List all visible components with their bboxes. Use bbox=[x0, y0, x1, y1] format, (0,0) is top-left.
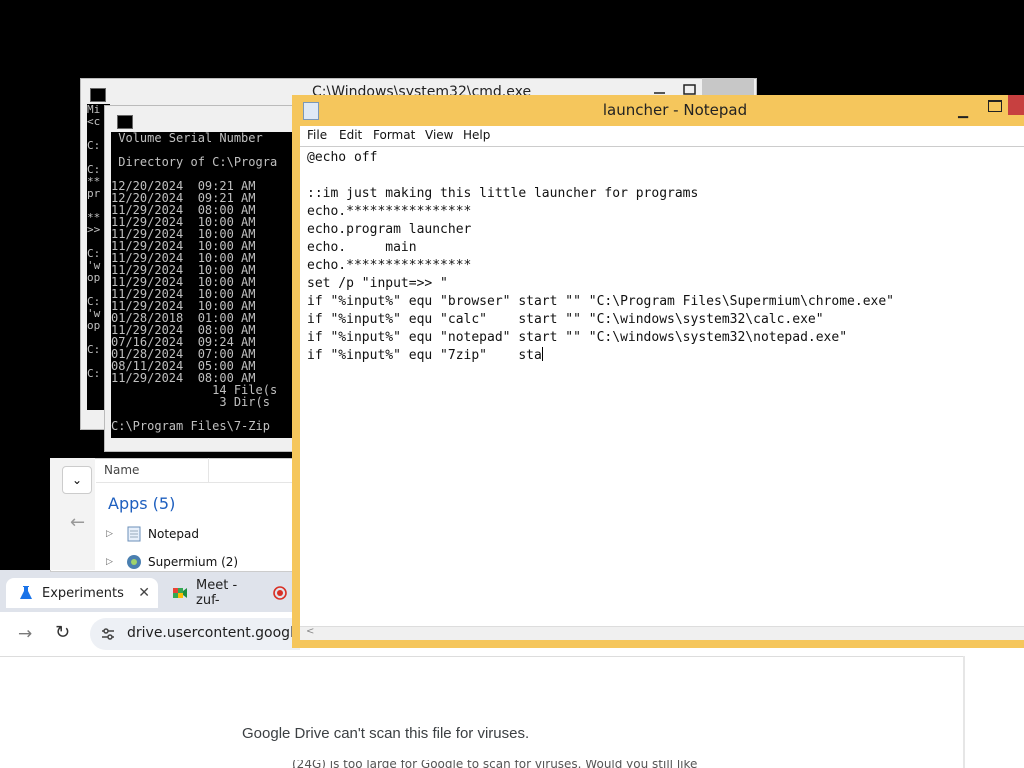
browser-tabstrip: Experiments ✕ Meet - zuf- bbox=[0, 570, 300, 612]
notepad-frame-bottom bbox=[292, 640, 1024, 648]
virus-scan-detail: (24G) is too large for Google to scan fo… bbox=[292, 760, 698, 768]
tab-meet[interactable]: Meet - zuf- bbox=[166, 578, 296, 608]
menu-help[interactable]: Help bbox=[463, 128, 490, 142]
meet-icon bbox=[172, 585, 188, 601]
page-divider bbox=[0, 656, 965, 657]
scroll-left-icon[interactable]: < bbox=[306, 626, 314, 637]
supermium-icon bbox=[126, 554, 142, 570]
url-text[interactable]: drive.usercontent.google.com bbox=[127, 625, 297, 641]
tab-label: Meet - zuf- bbox=[196, 578, 238, 608]
editor-content[interactable]: @echo off ::im just making this little l… bbox=[307, 149, 894, 365]
tab-experiments[interactable]: Experiments ✕ bbox=[6, 578, 158, 608]
cmd-icon bbox=[90, 88, 106, 102]
back-arrow-icon[interactable]: ← bbox=[70, 512, 85, 533]
close-button[interactable] bbox=[1008, 95, 1024, 115]
forward-arrow-icon[interactable]: → bbox=[18, 624, 32, 644]
chevron-down-icon[interactable]: ⌄ bbox=[62, 466, 92, 494]
close-icon[interactable]: ✕ bbox=[138, 585, 150, 601]
page-divider-vertical bbox=[963, 656, 965, 768]
item-label: Supermium (2) bbox=[148, 555, 239, 569]
list-item-notepad[interactable]: ▷ Notepad bbox=[106, 526, 199, 542]
site-info-icon[interactable] bbox=[100, 626, 116, 642]
cmd-output-front: Volume Serial Number Directory of C:\Pro… bbox=[111, 132, 294, 438]
list-item-supermium[interactable]: ▷ Supermium (2) bbox=[106, 554, 238, 570]
virus-scan-warning: Google Drive can't scan this file for vi… bbox=[242, 725, 530, 742]
menu-file[interactable]: File bbox=[307, 128, 327, 142]
expand-icon[interactable]: ▷ bbox=[106, 529, 126, 539]
cmd-icon bbox=[117, 115, 133, 129]
column-separator[interactable] bbox=[208, 458, 209, 482]
menu-view[interactable]: View bbox=[425, 128, 453, 142]
recording-icon bbox=[273, 585, 288, 601]
flask-icon bbox=[18, 585, 34, 601]
editor-text: @echo off ::im just making this little l… bbox=[307, 150, 894, 363]
item-label: Notepad bbox=[148, 527, 199, 541]
notepad-icon bbox=[126, 526, 142, 542]
minimize-icon[interactable]: ▁ bbox=[958, 104, 968, 119]
menu-format[interactable]: Format bbox=[373, 128, 415, 142]
notepad-title: launcher - Notepad bbox=[602, 101, 748, 119]
expand-icon[interactable]: ▷ bbox=[106, 557, 126, 567]
tab-label: Experiments bbox=[42, 585, 124, 601]
horizontal-scrollbar[interactable] bbox=[300, 626, 1024, 641]
group-header-apps[interactable]: Apps (5) bbox=[108, 494, 175, 513]
column-name-header[interactable]: Name bbox=[104, 463, 139, 477]
reload-icon[interactable]: ↻ bbox=[55, 622, 70, 643]
maximize-icon[interactable] bbox=[682, 82, 698, 96]
maximize-icon[interactable] bbox=[988, 100, 1002, 112]
menu-edit[interactable]: Edit bbox=[339, 128, 362, 142]
minimize-icon[interactable] bbox=[652, 82, 668, 96]
text-caret bbox=[541, 347, 543, 361]
